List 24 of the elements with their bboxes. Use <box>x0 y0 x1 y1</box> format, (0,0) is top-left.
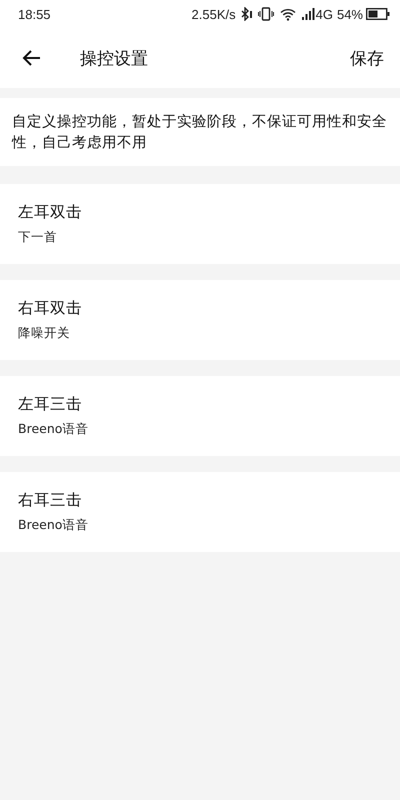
bluetooth-icon <box>240 7 253 21</box>
warning-notice: 自定义操控功能，暂处于实验阶段，不保证可用性和安全性，自己考虑用不用 <box>0 98 400 166</box>
setting-title: 左耳双击 <box>18 202 83 223</box>
setting-row[interactable]: 右耳双击 降噪开关 <box>0 280 400 360</box>
battery-icon <box>366 8 390 20</box>
network-speed: 2.55K/s <box>192 6 236 22</box>
setting-value: Breeno语音 <box>18 517 90 534</box>
wifi-icon <box>280 8 296 20</box>
save-button[interactable]: 保存 <box>350 46 384 70</box>
setting-title: 左耳三击 <box>18 394 83 415</box>
setting-title: 右耳双击 <box>18 298 83 319</box>
setting-value: Breeno语音 <box>18 421 90 438</box>
signal-icon <box>302 8 316 20</box>
setting-row[interactable]: 左耳三击 Breeno语音 <box>0 376 400 456</box>
clock-time: 18:55 <box>18 6 51 22</box>
battery-percent: 54% <box>336 6 363 22</box>
setting-value: 降噪开关 <box>18 325 71 342</box>
setting-row[interactable]: 左耳双击 下一首 <box>0 184 400 264</box>
setting-title: 右耳三击 <box>18 490 83 511</box>
vibrate-icon <box>258 7 274 21</box>
network-type: 4G <box>316 6 333 22</box>
page-title: 操控设置 <box>80 48 148 70</box>
setting-value: 下一首 <box>18 229 58 246</box>
setting-row[interactable]: 右耳三击 Breeno语音 <box>0 472 400 552</box>
